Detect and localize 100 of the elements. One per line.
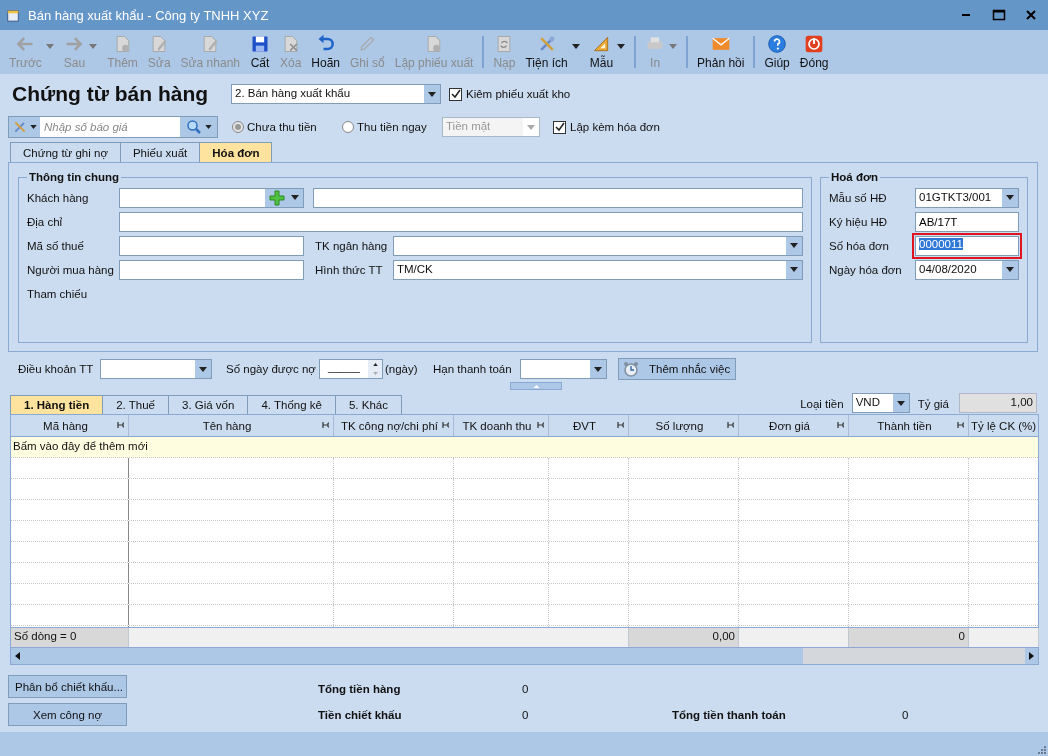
customer-dropdown[interactable]: [119, 187, 304, 208]
collapse-handle[interactable]: [510, 382, 562, 390]
field-label: Người mua hàng: [27, 263, 115, 276]
caret-icon: [790, 243, 798, 248]
maximize-icon[interactable]: [992, 8, 1006, 22]
tab[interactable]: Chứng từ ghi nợ: [10, 142, 121, 162]
caret-icon: [571, 43, 580, 49]
pin-icon[interactable]: [727, 421, 735, 429]
pin-icon[interactable]: [837, 421, 845, 429]
toolbar-button[interactable]: Tiện ích: [520, 31, 585, 73]
pin-icon[interactable]: [322, 421, 330, 429]
caret-icon: [45, 43, 54, 49]
field-label: Loại tiền: [800, 398, 844, 410]
window-title: Bán hàng xuất khẩu - Công ty TNHH XYZ: [28, 7, 269, 23]
field-label: Tỷ giá: [917, 398, 949, 410]
address-field[interactable]: [119, 211, 803, 232]
tab[interactable]: Hóa đơn: [199, 142, 273, 162]
customer-name-field[interactable]: [313, 187, 803, 208]
tab[interactable]: 4. Thống kê: [247, 395, 336, 414]
caret-icon: [428, 91, 436, 97]
total-value: 0: [522, 708, 530, 723]
spin-down-icon[interactable]: [372, 372, 378, 375]
toolbar-button[interactable]: Cất: [245, 31, 275, 73]
invoice-number-field[interactable]: 0000011: [915, 235, 1019, 256]
field-label: Số hóa đơn: [829, 239, 890, 252]
currency-dropdown[interactable]: VND: [851, 393, 910, 413]
section-title: Thông tin chung: [28, 171, 121, 183]
pin-icon[interactable]: [442, 421, 450, 429]
pin-icon[interactable]: [117, 421, 125, 429]
with-invoice-checkbox[interactable]: Lập kèm hóa đơn: [553, 120, 661, 134]
field-label: Hạn thanh toán: [433, 363, 513, 375]
column-header[interactable]: ĐVT: [573, 419, 596, 432]
scroll-left-icon[interactable]: [15, 652, 20, 660]
new-row-hint[interactable]: Bấm vào đây để thêm mới: [11, 437, 1038, 457]
invoice-date-picker[interactable]: 04/08/2020: [915, 259, 1019, 280]
caret-icon: [617, 43, 626, 49]
horizontal-scrollbar[interactable]: [11, 647, 1038, 664]
exchange-rate-field: 1,00: [959, 393, 1037, 413]
tax-code-field[interactable]: [119, 235, 304, 256]
credit-days-spinner[interactable]: _____: [319, 359, 383, 379]
caret-icon: [30, 125, 37, 129]
payment-terms-dropdown[interactable]: [100, 359, 212, 379]
search-icon: [185, 119, 202, 135]
pin-icon[interactable]: [957, 421, 965, 429]
resize-grip-icon[interactable]: [1036, 744, 1046, 754]
tab[interactable]: 5. Khác: [334, 395, 402, 414]
column-header[interactable]: Thành tiền: [877, 419, 932, 432]
toolbar-button[interactable]: Đóng: [794, 31, 834, 73]
export-slip-checkbox[interactable]: Kiêm phiếu xuất kho: [449, 87, 571, 101]
caret-icon: [204, 125, 212, 129]
invoice-series-field[interactable]: AB/17T: [915, 211, 1019, 232]
collapse-icon: [532, 384, 540, 388]
floppy-icon: [250, 34, 270, 54]
field-label: Mã số thuế: [27, 239, 85, 252]
column-header[interactable]: Tên hàng: [202, 419, 252, 432]
field-label: Khách hàng: [27, 191, 90, 204]
plus-icon[interactable]: [269, 189, 285, 206]
caret-icon: [594, 366, 602, 372]
close-icon[interactable]: [1024, 8, 1038, 22]
column-header[interactable]: TK công nợ/chi phí: [340, 419, 438, 432]
app-icon: [6, 8, 20, 22]
search-button[interactable]: [180, 116, 218, 138]
quantity-total-cell: 0,00: [629, 628, 739, 647]
pin-icon[interactable]: [617, 421, 625, 429]
caret-icon: [790, 267, 798, 272]
page-title: Chứng từ bán hàng: [12, 82, 210, 106]
column-header[interactable]: Số lượng: [655, 419, 704, 432]
section-title: Hoá đơn: [830, 171, 880, 183]
field-label: Ngày hóa đơn: [829, 263, 903, 276]
action-button[interactable]: Xem công nợ: [8, 703, 127, 726]
bank-account-dropdown[interactable]: [393, 235, 803, 256]
buyer-field[interactable]: [119, 259, 304, 280]
toolbar-button[interactable]: Hoãn: [306, 31, 346, 73]
toolbar-button[interactable]: Giúp: [759, 31, 795, 73]
invoice-template-dropdown[interactable]: 01GTKT3/001: [915, 187, 1019, 208]
voucher-type-dropdown[interactable]: 2. Bán hàng xuất khẩu: [231, 84, 441, 104]
payment-form-dropdown[interactable]: TM/CK: [393, 259, 803, 280]
action-button[interactable]: Phân bổ chiết khấu...: [8, 675, 127, 698]
field-label: Ký hiệu HĐ: [829, 215, 889, 228]
total-label: Tiền chiết khấu: [318, 708, 403, 723]
toolbar-button[interactable]: Mẫu: [584, 31, 631, 73]
column-header[interactable]: Tỷ lệ CK (%): [971, 419, 1037, 432]
quote-search-field[interactable]: Nhập số báo giá: [40, 116, 180, 138]
caret-icon: [199, 366, 207, 372]
caret-icon: [896, 400, 905, 406]
add-reminder-button[interactable]: Thêm nhắc việc: [618, 358, 736, 380]
tools-dropdown[interactable]: [8, 116, 40, 138]
column-header[interactable]: Mã hàng: [43, 419, 88, 432]
payment-radio[interactable]: Thu tiền ngay: [342, 121, 432, 133]
caret-icon: [669, 43, 678, 49]
column-header[interactable]: Đơn giá: [769, 419, 810, 432]
due-date-dropdown[interactable]: [520, 359, 607, 379]
tab[interactable]: 1. Hàng tiền: [10, 395, 104, 414]
scroll-right-icon[interactable]: [1029, 652, 1034, 660]
toolbar-button[interactable]: Phản hồi: [692, 31, 750, 73]
pin-icon[interactable]: [537, 421, 545, 429]
spin-up-icon[interactable]: [372, 363, 378, 366]
column-header[interactable]: TK doanh thu: [462, 419, 532, 432]
unit-label: (ngày): [385, 363, 419, 375]
caret-icon: [291, 195, 299, 200]
